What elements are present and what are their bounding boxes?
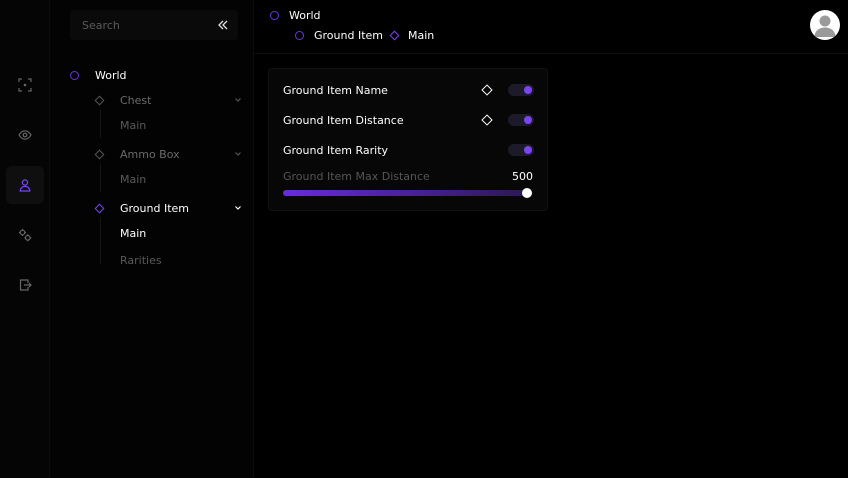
tree-guide-line (100, 110, 101, 138)
crosshair-icon (18, 78, 32, 92)
breadcrumb-parent[interactable]: Ground Item (295, 27, 383, 43)
avatar[interactable] (810, 10, 840, 40)
toggle-ground-item-name[interactable] (508, 84, 534, 96)
rail-config-button[interactable] (6, 266, 44, 304)
ground-item-diamond-icon (94, 203, 105, 213)
rail-visuals-button[interactable] (6, 116, 44, 154)
rail-settings-button[interactable] (6, 216, 44, 254)
breadcrumb-root-label: World (289, 8, 321, 22)
collapse-sidebar-icon[interactable] (216, 18, 230, 32)
eye-icon (18, 130, 32, 140)
tree-item-chest[interactable]: Chest (94, 92, 152, 108)
option-ground-item-distance: Ground Item Distance (283, 112, 404, 128)
file-export-icon (19, 279, 32, 291)
world-circle-icon (270, 10, 279, 20)
chevron-down-icon[interactable] (234, 96, 242, 104)
color-picker-diamond-icon[interactable] (481, 114, 493, 126)
rail-aim-button[interactable] (6, 66, 44, 104)
gears-icon (19, 229, 32, 242)
tree-guide-line (100, 218, 101, 264)
slider-value: 500 (512, 170, 533, 183)
tree-item-ground-item[interactable]: Ground Item (94, 200, 189, 216)
tree-item-ground-item-rarities[interactable]: Rarities (120, 252, 162, 268)
toggle-ground-item-distance[interactable] (508, 114, 534, 126)
ammo-box-diamond-icon (94, 149, 105, 159)
tree-item-ammo-box[interactable]: Ammo Box (94, 146, 180, 162)
chevron-down-icon[interactable] (234, 150, 242, 158)
sidebar: World Chest Main Ammo Box Main Ground It… (50, 0, 254, 478)
user-icon (19, 179, 31, 192)
tree-item-chest-main[interactable]: Main (120, 117, 146, 133)
tree-item-chest-label: Chest (120, 93, 152, 107)
breadcrumb-parent-label: Ground Item (314, 28, 383, 42)
option-label: Ground Item Name (283, 83, 388, 97)
search-box (70, 10, 238, 40)
tree-item-ground-item-main-label: Main (120, 226, 147, 240)
color-picker-diamond-icon[interactable] (481, 84, 493, 96)
toggle-knob (524, 86, 532, 94)
main-diamond-icon (389, 30, 400, 40)
tree-item-ammo-box-main[interactable]: Main (120, 171, 146, 187)
settings-panel: Ground Item Name Ground Item Distance Gr… (268, 68, 548, 211)
tree-item-world[interactable]: World (70, 67, 127, 83)
chevron-down-icon[interactable] (234, 204, 242, 212)
tree-item-ground-item-rarities-label: Rarities (120, 253, 162, 267)
rail-player-button[interactable] (6, 166, 44, 204)
breadcrumb-root[interactable]: World (270, 7, 321, 23)
tree-item-ammo-box-label: Ammo Box (120, 147, 180, 161)
icon-rail (0, 0, 50, 478)
option-label: Ground Item Rarity (283, 143, 389, 157)
breadcrumb-current-label: Main (408, 28, 435, 42)
option-label: Ground Item Distance (283, 113, 404, 127)
tree-item-ground-item-main[interactable]: Main (120, 225, 146, 241)
toggle-ground-item-rarity[interactable] (508, 144, 534, 156)
toggle-knob (524, 116, 532, 124)
ground-item-circle-icon (295, 30, 304, 40)
search-input[interactable] (82, 18, 202, 32)
slider-label: Ground Item Max Distance (283, 170, 430, 183)
chest-diamond-icon (94, 95, 105, 105)
max-distance-slider-thumb[interactable] (522, 188, 532, 198)
tree-item-ammo-box-main-label: Main (120, 172, 147, 186)
max-distance-slider-track[interactable] (283, 190, 531, 196)
toggle-knob (524, 146, 532, 154)
option-ground-item-rarity: Ground Item Rarity (283, 142, 388, 158)
option-ground-item-name: Ground Item Name (283, 82, 388, 98)
tree-guide-line (100, 164, 101, 192)
tree-item-chest-main-label: Main (120, 118, 147, 132)
world-circle-icon (70, 70, 79, 80)
tree-item-ground-item-label: Ground Item (120, 201, 189, 215)
tree-item-world-label: World (95, 68, 127, 82)
user-avatar-icon (814, 15, 836, 37)
breadcrumb-current[interactable]: Main (389, 27, 435, 43)
